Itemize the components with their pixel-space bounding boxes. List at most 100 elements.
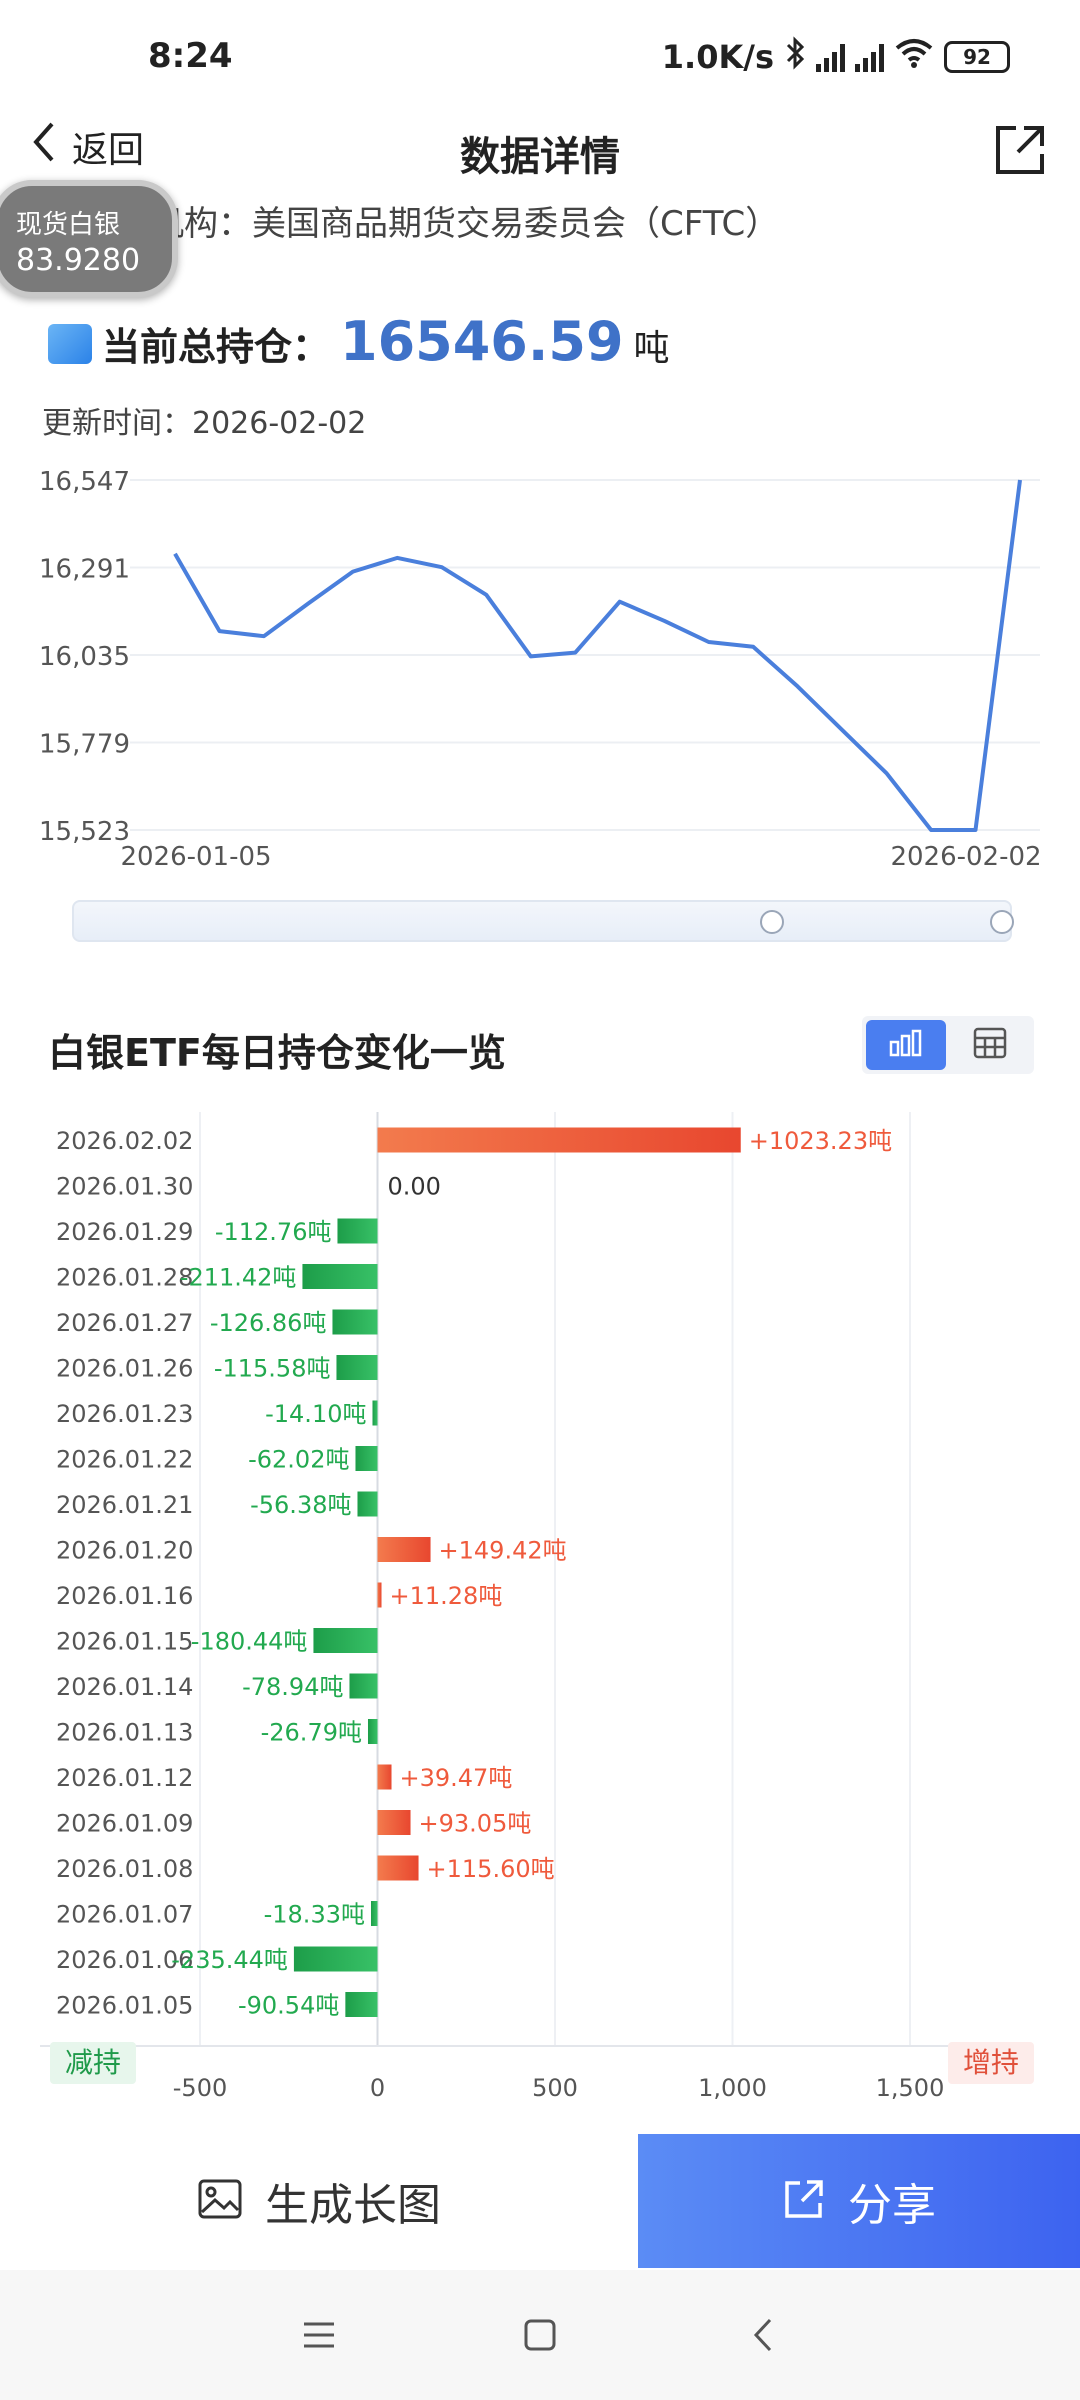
category-label: 2026.01.27 xyxy=(56,1309,193,1337)
bar-value-label: -78.94吨 xyxy=(242,1673,343,1701)
network-speed: 1.0K/s xyxy=(661,38,774,76)
update-time: 更新时间：2026-02-02 xyxy=(42,406,367,441)
bar-value-label: +11.28吨 xyxy=(390,1582,503,1610)
bar-negative xyxy=(372,1400,378,1426)
bluetooth-icon xyxy=(784,36,806,78)
holding-value: 16546.59 xyxy=(340,310,624,373)
status-bar: 8:24 1.0K/s 92 xyxy=(0,0,1080,110)
bar-value-label: +1023.23吨 xyxy=(749,1127,892,1155)
category-label: 2026.01.20 xyxy=(56,1537,193,1565)
image-icon xyxy=(197,2178,243,2224)
bar-value-label: -18.33吨 xyxy=(264,1901,365,1929)
floating-quote[interactable]: 现货白银 83.9280 xyxy=(0,180,178,298)
x-tick-label: -500 xyxy=(173,2074,227,2100)
category-label: 2026.01.07 xyxy=(56,1901,193,1929)
home-icon[interactable] xyxy=(515,2310,565,2360)
holding-line-chart[interactable]: 16,547 16,291 16,035 15,779 15,5232026-01-05… xyxy=(0,450,1080,880)
bar-negative xyxy=(355,1446,378,1471)
system-nav-bar xyxy=(0,2270,1080,2400)
category-label: 2026.01.22 xyxy=(56,1446,193,1474)
status-icons: 1.0K/s 92 xyxy=(662,36,1010,78)
share-label: 分享 xyxy=(848,2180,936,2231)
bar-negative xyxy=(313,1628,378,1653)
bar-negative xyxy=(293,1946,378,1972)
category-label: 2026.01.15 xyxy=(56,1628,193,1656)
back-nav-icon[interactable] xyxy=(740,2310,790,2360)
bar-value-label: +39.47吨 xyxy=(400,1764,513,1792)
bar-positive xyxy=(377,1582,382,1608)
bar-value-label: 0.00 xyxy=(388,1173,441,1201)
bar-negative xyxy=(302,1264,378,1289)
bar-value-label: -180.44吨 xyxy=(191,1628,308,1656)
etf-change-bar-chart[interactable]: -500 0 500 1,000 1,500 2026.02.02 +1023.23吨 202… xyxy=(0,1110,1080,2100)
bar-value-label: -126.86吨 xyxy=(210,1309,327,1337)
bar-value-label: -26.79吨 xyxy=(261,1719,362,1747)
bar-negative xyxy=(349,1673,378,1699)
category-label: 2026.01.05 xyxy=(56,1992,193,2020)
share-button[interactable]: 分享 xyxy=(638,2134,1080,2268)
bar-positive xyxy=(377,1810,411,1835)
generate-long-image-button[interactable]: 生成长图 xyxy=(0,2134,638,2268)
bar-value-label: -14.10吨 xyxy=(265,1400,366,1428)
category-label: 2026.01.13 xyxy=(56,1719,193,1747)
category-label: 2026.01.26 xyxy=(56,1355,193,1383)
category-label: 2026.01.14 xyxy=(56,1673,193,1701)
share-icon[interactable] xyxy=(990,120,1050,180)
nav-bar: 返回 数据详情 xyxy=(0,110,1080,192)
bar-value-label: +149.42吨 xyxy=(439,1537,567,1565)
bar-value-label: -62.02吨 xyxy=(248,1446,349,1474)
y-tick-label: 16,291 xyxy=(39,555,130,585)
holding-unit: 吨 xyxy=(633,328,670,369)
menu-icon[interactable] xyxy=(294,2310,344,2360)
bar-value-label: -56.38吨 xyxy=(250,1491,351,1519)
category-label: 2026.01.29 xyxy=(56,1218,193,1246)
zoom-slider[interactable] xyxy=(72,900,1014,942)
x-tick-label: 1,500 xyxy=(876,2074,945,2100)
bar-negative xyxy=(367,1719,378,1744)
share-icon-bottom xyxy=(782,2177,826,2225)
bar-value-label: +115.60吨 xyxy=(427,1855,555,1883)
y-tick-label: 16,035 xyxy=(39,642,130,672)
page-title: 数据详情 xyxy=(460,134,620,180)
bar-negative xyxy=(357,1491,378,1517)
x-tick-label: 2026-01-05 xyxy=(120,842,271,872)
quote-price: 83.9280 xyxy=(16,243,141,278)
category-label: 2026.01.12 xyxy=(56,1764,193,1792)
category-label: 2026.01.21 xyxy=(56,1491,193,1519)
slider-handle-left[interactable] xyxy=(760,910,784,934)
table-icon xyxy=(973,1027,1007,1063)
slider-handle-right[interactable] xyxy=(990,910,1014,934)
category-label: 2026.01.30 xyxy=(56,1173,193,1201)
bar-positive xyxy=(377,1764,392,1790)
institution-text: 机构：美国商品期货交易委员会（CFTC） xyxy=(150,204,780,240)
x-tick-label: 500 xyxy=(532,2074,578,2100)
bar-value-label: -235.44吨 xyxy=(171,1946,288,1974)
x-tick-label: 1,000 xyxy=(698,2074,767,2100)
battery-icon: 92 xyxy=(944,41,1010,73)
quote-name: 现货白银 xyxy=(16,210,121,240)
bar-view-button[interactable] xyxy=(866,1020,946,1070)
legend-increase: 增持 xyxy=(948,2042,1034,2084)
category-label: 2026.01.08 xyxy=(56,1855,193,1883)
category-label: 2026.02.02 xyxy=(56,1127,193,1155)
section-title: 白银ETF每日持仓变化一览 xyxy=(48,1031,506,1075)
bar-value-label: -115.58吨 xyxy=(214,1355,331,1383)
bar-value-label: -90.54吨 xyxy=(238,1992,339,2020)
total-holding: 当前总持仓： 16546.59 吨 xyxy=(48,310,670,373)
category-label: 2026.01.28 xyxy=(56,1264,193,1292)
bar-negative xyxy=(345,1992,378,2017)
bar-chart-icon xyxy=(888,1028,924,1062)
bar-value-label: +93.05吨 xyxy=(419,1810,532,1838)
table-view-button[interactable] xyxy=(950,1020,1030,1070)
holding-label: 当前总持仓： xyxy=(102,325,331,369)
bar-positive xyxy=(377,1127,741,1153)
status-time: 8:24 xyxy=(148,36,233,76)
bar-negative xyxy=(370,1901,378,1926)
category-label: 2026.01.23 xyxy=(56,1400,193,1428)
signal-icon-1 xyxy=(816,42,845,72)
long-image-label: 生成长图 xyxy=(265,2180,441,2231)
holding-icon xyxy=(48,324,92,364)
x-tick-label: 2026-02-02 xyxy=(890,842,1041,872)
category-label: 2026.01.09 xyxy=(56,1810,193,1838)
y-tick-label: 16,547 xyxy=(39,467,130,497)
